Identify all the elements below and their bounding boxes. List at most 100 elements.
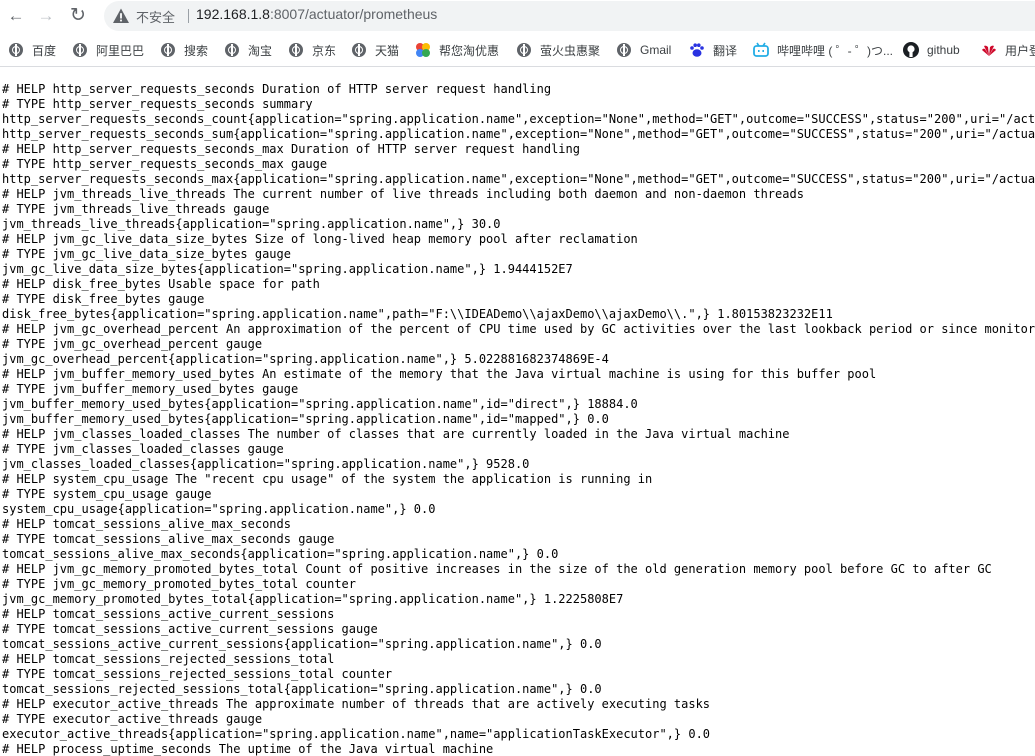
bookmark-label: 京东 (312, 43, 337, 58)
bookmark-baidu[interactable]: 百度 (8, 41, 56, 59)
metrics-line: jvm_gc_memory_promoted_bytes_total{appli… (2, 592, 624, 606)
globe-icon (516, 42, 532, 58)
metrics-line: # HELP tomcat_sessions_alive_max_seconds (2, 517, 291, 531)
address-separator (188, 9, 189, 23)
reload-icon: ↻ (70, 5, 86, 26)
metrics-line: # TYPE jvm_gc_memory_promoted_bytes_tota… (2, 577, 357, 591)
bookmark-label: 搜索 (184, 43, 209, 58)
bookmark-tmall[interactable]: 天猫 (351, 41, 399, 59)
metrics-line: # TYPE tomcat_sessions_rejected_sessions… (2, 667, 393, 681)
metrics-line: tomcat_sessions_alive_max_seconds{applic… (2, 547, 559, 561)
metrics-line: # TYPE tomcat_sessions_active_current_se… (2, 622, 378, 636)
metrics-line: # TYPE tomcat_sessions_alive_max_seconds… (2, 532, 335, 546)
metrics-line: # HELP disk_free_bytes Usable space for … (2, 277, 320, 291)
bookmark-label: github (927, 43, 960, 57)
bookmark-search[interactable]: 搜索 (160, 41, 208, 59)
globe-icon (288, 42, 304, 58)
globe-icon (224, 42, 240, 58)
bookmark-label: 百度 (32, 43, 57, 58)
metrics-line: jvm_threads_live_threads{application="sp… (2, 217, 501, 231)
metrics-line: http_server_requests_seconds_max{applica… (2, 172, 1035, 186)
bookmark-translate[interactable]: 翻译 (689, 41, 737, 59)
forward-button[interactable]: → (34, 4, 58, 28)
bookmark-bilibili[interactable]: 哔哩哔哩 ( ゜- ゜)つ... (753, 41, 893, 59)
github-icon (903, 42, 919, 58)
metrics-line: # TYPE executor_active_threads gauge (2, 712, 263, 726)
metrics-line: # TYPE http_server_requests_seconds summ… (2, 97, 313, 111)
metrics-line: # HELP tomcat_sessions_rejected_sessions… (2, 652, 335, 666)
bookmark-label: 萤火虫惠聚 (540, 43, 601, 58)
metrics-line: # TYPE jvm_classes_loaded_classes gauge (2, 442, 284, 456)
bookmark-gmail[interactable]: Gmail (616, 41, 671, 59)
metrics-line: # HELP executor_active_threads The appro… (2, 697, 711, 711)
bookmark-label: 用户登 (1005, 43, 1035, 58)
arrow-left-icon: ← (7, 6, 25, 25)
metrics-line: # HELP http_server_requests_seconds_max … (2, 142, 580, 156)
arrow-right-icon: → (37, 6, 55, 25)
globe-icon (616, 42, 632, 58)
back-button[interactable]: ← (4, 4, 28, 28)
metrics-line: # HELP jvm_gc_overhead_percent An approx… (2, 322, 1035, 336)
metrics-line: # TYPE jvm_buffer_memory_used_bytes gaug… (2, 382, 299, 396)
bookmark-jd[interactable]: 京东 (288, 41, 336, 59)
globe-icon (8, 42, 24, 58)
address-bar[interactable]: 不安全 192.168.1.8:8007/actuator/prometheus (104, 1, 1035, 31)
security-status-label[interactable]: 不安全 (136, 7, 175, 26)
metrics-line: tomcat_sessions_active_current_sessions{… (2, 637, 602, 651)
globe-icon (160, 42, 176, 58)
prometheus-metrics-text: # HELP http_server_requests_seconds Dura… (2, 82, 1035, 756)
browser-toolbar: ← → ↻ 不安全 192.168.1.8:8007/actuator/prom… (0, 0, 1035, 32)
bookmark-label: 哔哩哔哩 ( ゜- ゜)つ... (777, 43, 893, 58)
bilibili-tv-icon (753, 42, 769, 58)
reload-button[interactable]: ↻ (66, 4, 90, 28)
bookmark-label: Gmail (640, 43, 672, 57)
metrics-line: executor_active_threads{application="spr… (2, 727, 711, 741)
bookmark-firefly[interactable]: 萤火虫惠聚 (516, 41, 600, 59)
metrics-line: http_server_requests_seconds_sum{applica… (2, 127, 1035, 141)
bookmark-label: 淘宝 (248, 43, 273, 58)
globe-icon (351, 42, 367, 58)
url-host: 192.168.1.8 (196, 6, 270, 22)
metrics-line: # TYPE jvm_gc_overhead_percent gauge (2, 337, 263, 351)
metrics-line: jvm_gc_overhead_percent{application="spr… (2, 352, 609, 366)
metrics-line: # HELP jvm_gc_live_data_size_bytes Size … (2, 232, 638, 246)
baidu-paw-icon (689, 42, 705, 58)
bookmark-label: 阿里巴巴 (96, 43, 145, 58)
metrics-line: # HELP jvm_buffer_memory_used_bytes An e… (2, 367, 877, 381)
metrics-line: jvm_buffer_memory_used_bytes{application… (2, 397, 638, 411)
metrics-line: system_cpu_usage{application="spring.app… (2, 502, 436, 516)
bookmark-taobao[interactable]: 淘宝 (224, 41, 272, 59)
metrics-line: # TYPE jvm_gc_live_data_size_bytes gauge (2, 247, 291, 261)
metrics-line: # HELP process_uptime_seconds The uptime… (2, 742, 494, 756)
metrics-line: jvm_gc_live_data_size_bytes{application=… (2, 262, 573, 276)
metrics-line: # TYPE system_cpu_usage gauge (2, 487, 212, 501)
metrics-line: tomcat_sessions_rejected_sessions_total{… (2, 682, 602, 696)
bookmark-alibaba[interactable]: 阿里巴巴 (72, 41, 144, 59)
bookmark-label: 天猫 (375, 43, 400, 58)
metrics-line: # HELP tomcat_sessions_active_current_se… (2, 607, 335, 621)
bookmark-github[interactable]: github (903, 41, 960, 59)
bookmark-label: 帮您淘优惠 (439, 43, 500, 58)
metrics-line: # TYPE jvm_threads_live_threads gauge (2, 202, 270, 216)
metrics-line: # HELP jvm_classes_loaded_classes The nu… (2, 427, 790, 441)
metrics-line: http_server_requests_seconds_count{appli… (2, 112, 1035, 126)
metrics-line: # HELP jvm_gc_memory_promoted_bytes_tota… (2, 562, 992, 576)
colorful-swirl-icon (415, 42, 431, 58)
bookmarks-bar: 百度 阿里巴巴 搜索 淘宝 京东 天猫 帮您淘优惠 萤火虫惠聚 Gmail 翻译… (0, 34, 1035, 67)
metrics-line: # HELP system_cpu_usage The "recent cpu … (2, 472, 653, 486)
metrics-line: # HELP http_server_requests_seconds Dura… (2, 82, 552, 96)
metrics-line: # TYPE http_server_requests_seconds_max … (2, 157, 328, 171)
huawei-icon (981, 42, 997, 58)
url-path: :8007/actuator/prometheus (269, 6, 438, 22)
metrics-line: jvm_classes_loaded_classes{application="… (2, 457, 530, 471)
bookmark-coupon[interactable]: 帮您淘优惠 (415, 41, 499, 59)
metrics-line: # TYPE disk_free_bytes gauge (2, 292, 205, 306)
bookmark-user-login[interactable]: 用户登 (981, 41, 1035, 59)
metrics-line: # HELP jvm_threads_live_threads The curr… (2, 187, 804, 201)
globe-icon (72, 42, 88, 58)
metrics-line: disk_free_bytes{application="spring.appl… (2, 307, 833, 321)
warning-icon[interactable] (112, 7, 130, 25)
bookmark-label: 翻译 (713, 43, 738, 58)
metrics-line: jvm_buffer_memory_used_bytes{application… (2, 412, 609, 426)
url-text[interactable]: 192.168.1.8:8007/actuator/prometheus (196, 6, 437, 22)
